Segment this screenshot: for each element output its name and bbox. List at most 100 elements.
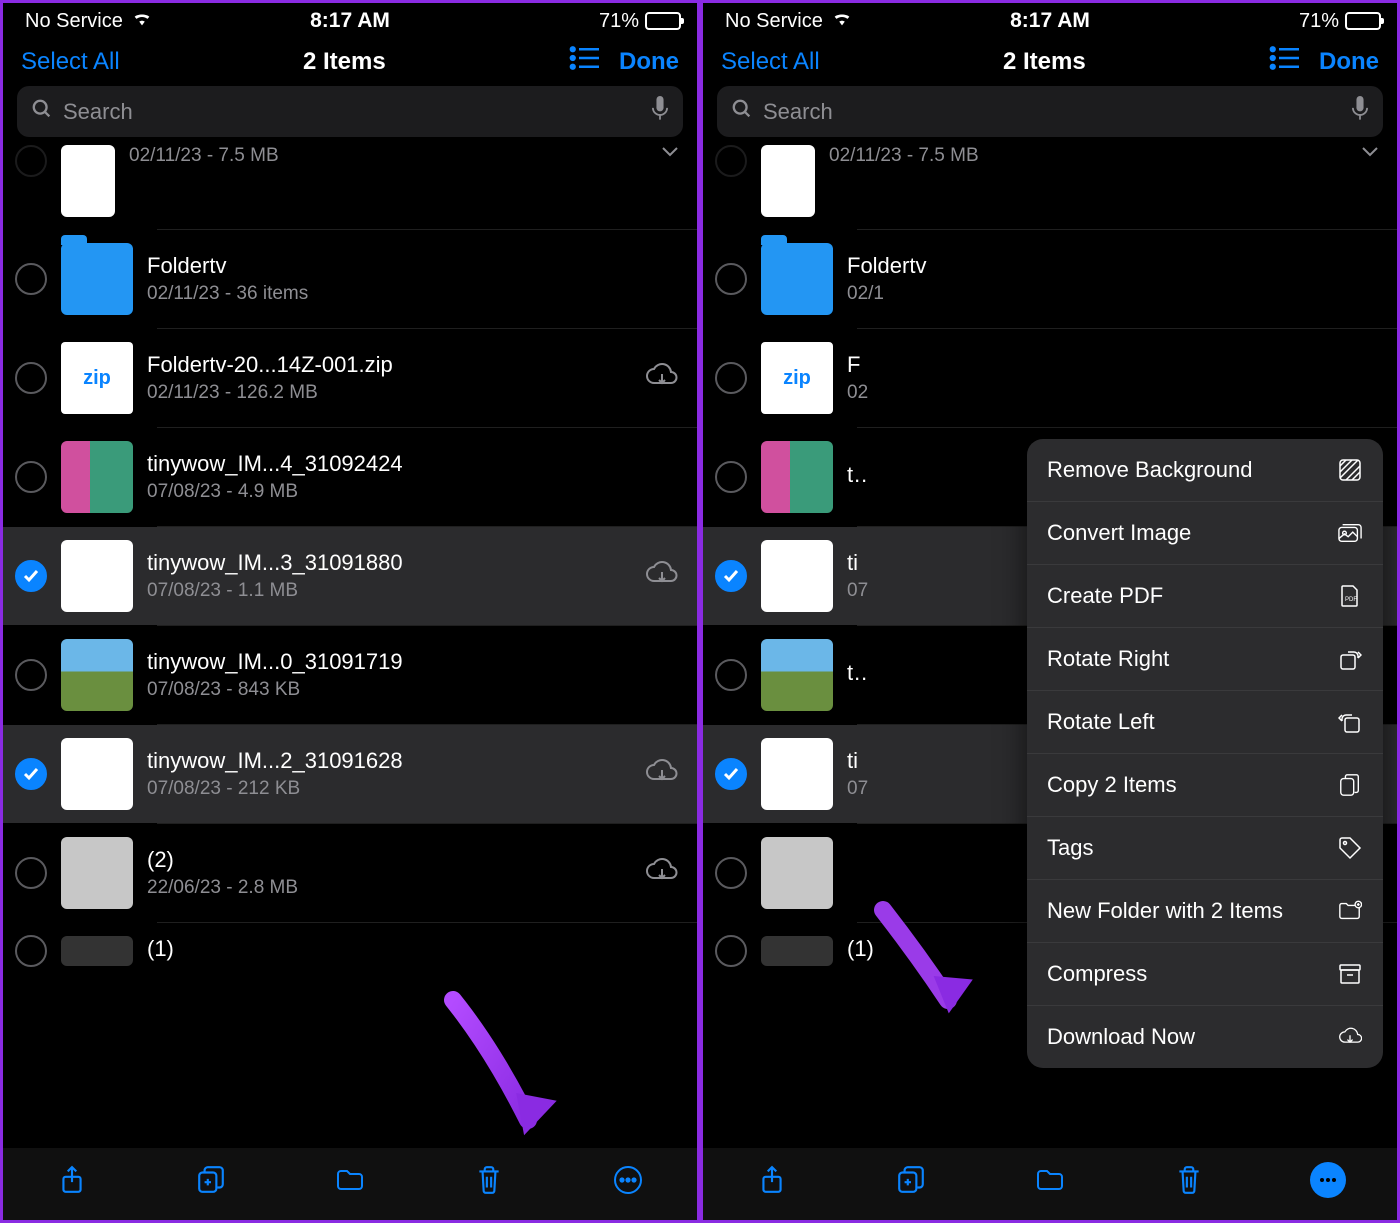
battery-icon [645, 12, 681, 30]
zip-icon: zip [61, 342, 133, 414]
select-circle[interactable] [15, 145, 47, 177]
zip-icon: zip [761, 342, 833, 414]
search-field[interactable] [717, 86, 1383, 137]
view-list-icon[interactable] [569, 45, 599, 78]
file-row[interactable]: Foldertv 02/1 [703, 230, 1397, 328]
select-circle-checked[interactable] [15, 560, 47, 592]
menu-download-now[interactable]: Download Now [1027, 1006, 1383, 1068]
move-button[interactable] [1032, 1162, 1068, 1198]
delete-button[interactable] [471, 1162, 507, 1198]
search-input[interactable] [763, 99, 1341, 125]
file-row[interactable]: (1) [3, 923, 697, 967]
done-button[interactable]: Done [619, 48, 679, 76]
view-list-icon[interactable] [1269, 45, 1299, 78]
delete-button[interactable] [1171, 1162, 1207, 1198]
image-thumb [61, 936, 133, 966]
file-row[interactable]: tinywow_IM...4_31092424 07/08/23 - 4.9 M… [3, 428, 697, 526]
file-name: Foldertv-20...14Z-001.zip [147, 352, 631, 378]
menu-convert-image[interactable]: Convert Image [1027, 502, 1383, 565]
select-all-button[interactable]: Select All [721, 48, 820, 76]
cloud-download-icon[interactable] [645, 758, 679, 791]
select-circle[interactable] [15, 461, 47, 493]
cloud-download-icon[interactable] [645, 560, 679, 593]
select-circle[interactable] [15, 857, 47, 889]
menu-remove-background[interactable]: Remove Background [1027, 439, 1383, 502]
select-circle[interactable] [715, 362, 747, 394]
file-list[interactable]: 02/11/23 - 7.5 MB Foldertv 02/11/23 - 36… [3, 145, 697, 1148]
select-circle[interactable] [715, 935, 747, 967]
carrier-label: No Service [25, 10, 123, 33]
image-thumb [761, 639, 833, 711]
file-row[interactable]: 02/11/23 - 7.5 MB [3, 145, 697, 229]
move-button[interactable] [332, 1162, 368, 1198]
duplicate-button[interactable] [193, 1162, 229, 1198]
menu-create-pdf[interactable]: Create PDFPDF [1027, 565, 1383, 628]
search-icon [31, 98, 53, 125]
folder-icon [61, 243, 133, 315]
select-circle[interactable] [15, 263, 47, 295]
menu-rotate-right[interactable]: Rotate Right [1027, 628, 1383, 691]
rotate-left-icon [1337, 709, 1363, 735]
menu-new-folder[interactable]: New Folder with 2 Items [1027, 880, 1383, 943]
mic-icon[interactable] [1351, 96, 1369, 127]
select-all-button[interactable]: Select All [21, 48, 120, 76]
duplicate-button[interactable] [893, 1162, 929, 1198]
chevron-down-icon[interactable] [1361, 145, 1379, 163]
select-circle[interactable] [715, 857, 747, 889]
select-circle-checked[interactable] [715, 560, 747, 592]
screen-right: No Service 8:17 AM 71% Select All 2 Item… [700, 0, 1400, 1223]
file-list[interactable]: 02/11/23 - 7.5 MB Foldertv 02/1 zip F 02 [703, 145, 1397, 1148]
select-circle[interactable] [15, 935, 47, 967]
menu-copy-items[interactable]: Copy 2 Items [1027, 754, 1383, 817]
select-circle[interactable] [715, 145, 747, 177]
svg-text:PDF: PDF [1345, 597, 1357, 603]
wifi-icon [831, 9, 853, 33]
context-menu: Remove Background Convert Image Create P… [1027, 439, 1383, 1068]
file-row[interactable]: 02/11/23 - 7.5 MB [703, 145, 1397, 229]
share-button[interactable] [54, 1162, 90, 1198]
file-row[interactable]: zip F 02 [703, 329, 1397, 427]
more-button[interactable] [610, 1162, 646, 1198]
battery-pct: 71% [599, 10, 639, 33]
menu-compress[interactable]: Compress [1027, 943, 1383, 1006]
file-row[interactable]: (2) 22/06/23 - 2.8 MB [3, 824, 697, 922]
cloud-download-icon[interactable] [645, 362, 679, 395]
file-name: tinywow_IM...3_31091880 [147, 550, 631, 576]
done-button[interactable]: Done [1319, 48, 1379, 76]
select-circle[interactable] [715, 461, 747, 493]
rotate-right-icon [1337, 646, 1363, 672]
image-thumb [761, 837, 833, 909]
file-row[interactable]: Foldertv 02/11/23 - 36 items [3, 230, 697, 328]
file-name: tinywow_IM...2_31091628 [147, 748, 631, 774]
file-name: tinywow_IM...0_31091719 [847, 660, 867, 686]
select-circle[interactable] [15, 362, 47, 394]
more-button-active[interactable] [1310, 1162, 1346, 1198]
file-name: Foldertv [147, 253, 679, 279]
tag-icon [1337, 835, 1363, 861]
cloud-download-icon[interactable] [645, 857, 679, 890]
file-meta: 02/11/23 - 126.2 MB [147, 382, 631, 404]
remove-bg-icon [1337, 457, 1363, 483]
battery-icon [1345, 12, 1381, 30]
menu-tags[interactable]: Tags [1027, 817, 1383, 880]
nav-title: 2 Items [1003, 48, 1086, 76]
file-row[interactable]: tinywow_IM...0_31091719 07/08/23 - 843 K… [3, 626, 697, 724]
mic-icon[interactable] [651, 96, 669, 127]
file-row[interactable]: zip Foldertv-20...14Z-001.zip 02/11/23 -… [3, 329, 697, 427]
select-circle-checked[interactable] [715, 758, 747, 790]
bottom-toolbar [3, 1148, 697, 1220]
select-circle-checked[interactable] [15, 758, 47, 790]
menu-rotate-left[interactable]: Rotate Left [1027, 691, 1383, 754]
select-circle[interactable] [15, 659, 47, 691]
share-button[interactable] [754, 1162, 790, 1198]
select-circle[interactable] [715, 263, 747, 295]
select-circle[interactable] [715, 659, 747, 691]
search-input[interactable] [63, 99, 641, 125]
file-row[interactable]: tinywow_IM...3_31091880 07/08/23 - 1.1 M… [3, 527, 697, 625]
archive-icon [1337, 961, 1363, 987]
file-meta: 02/11/23 - 36 items [147, 283, 679, 305]
file-row[interactable]: tinywow_IM...2_31091628 07/08/23 - 212 K… [3, 725, 697, 823]
search-field[interactable] [17, 86, 683, 137]
chevron-down-icon[interactable] [661, 145, 679, 163]
bottom-toolbar [703, 1148, 1397, 1220]
